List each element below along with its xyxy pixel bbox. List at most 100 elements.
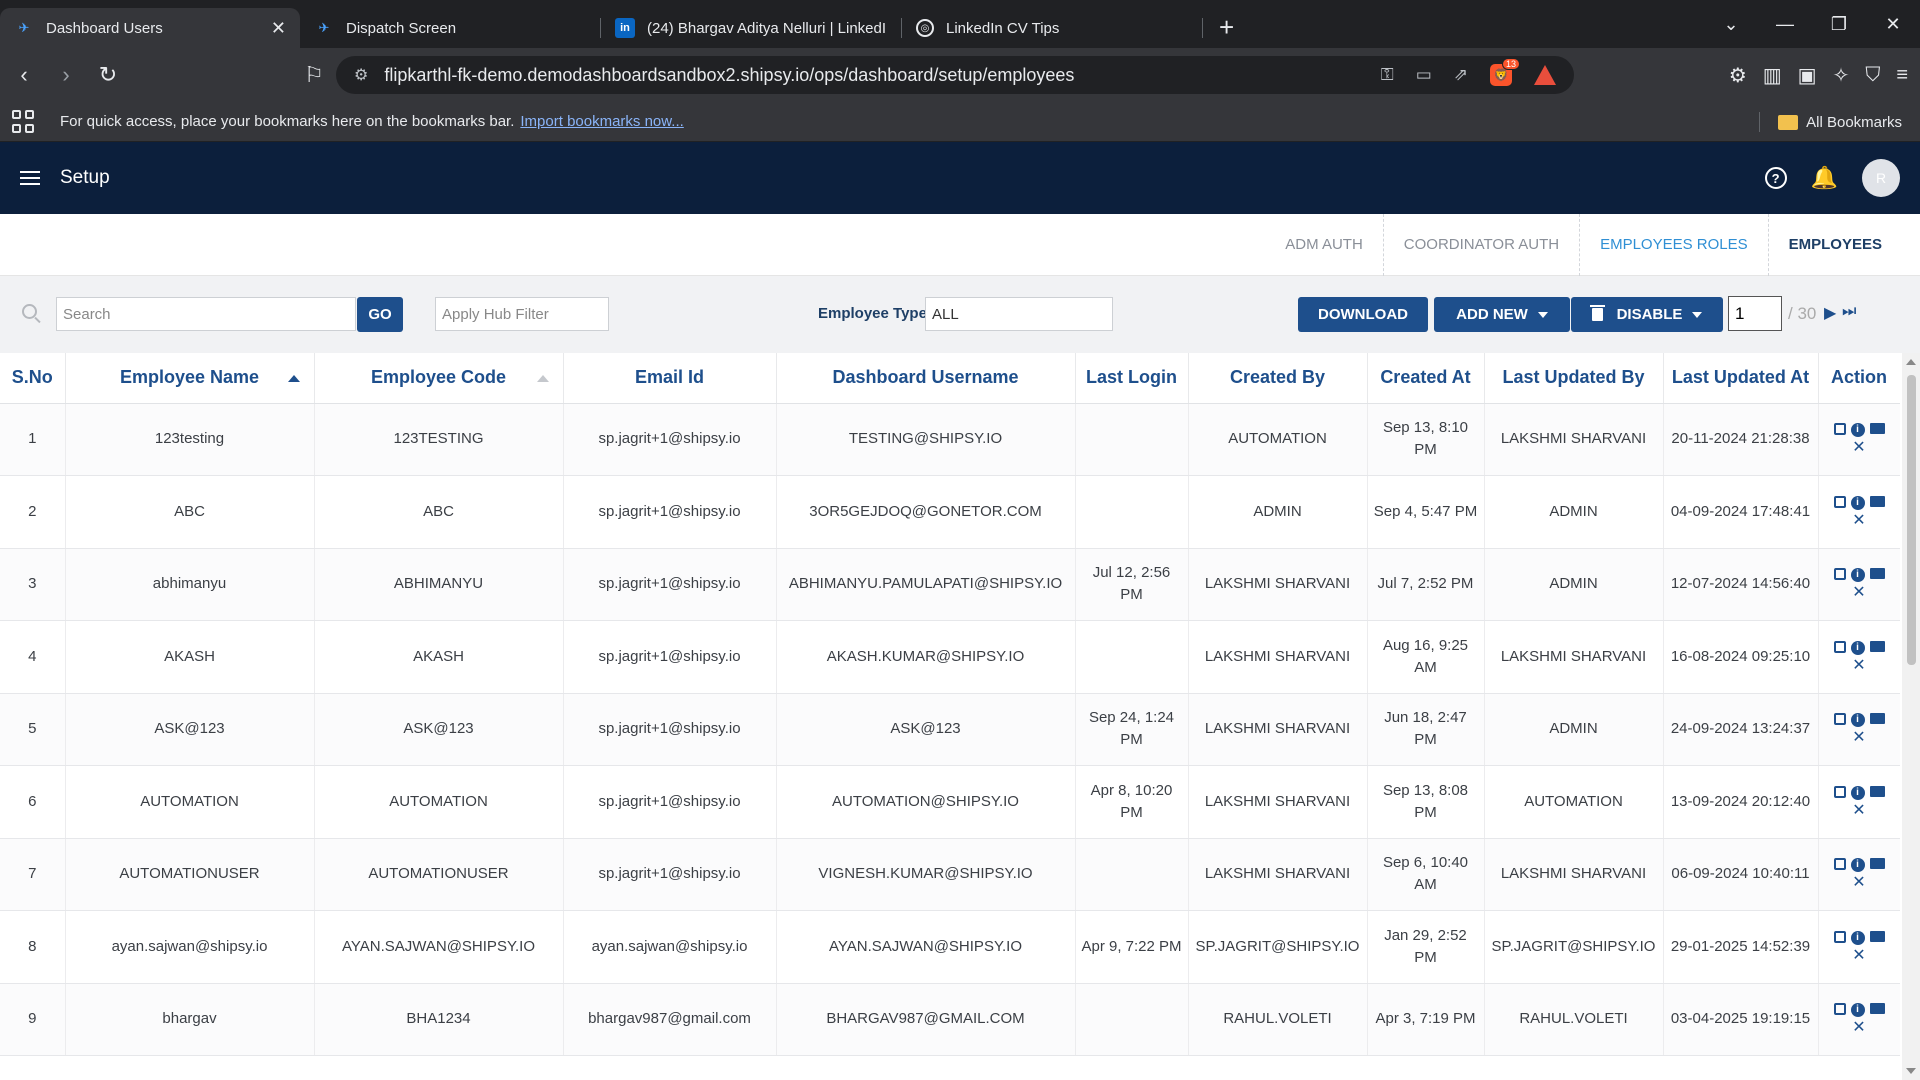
search-input[interactable] [56,297,356,331]
delete-icon[interactable]: ✕ [1852,657,1866,673]
tab-employees[interactable]: EMPLOYEES [1769,214,1902,276]
scroll-up-icon[interactable] [1906,359,1916,365]
mail-icon[interactable] [1869,640,1885,652]
all-bookmarks-button[interactable]: All Bookmarks [1778,102,1902,142]
browser-tab-linkedin[interactable]: in (24) Bhargav Aditya Nelluri | LinkedI… [601,8,901,48]
restore-icon[interactable]: ❐ [1812,14,1866,35]
extensions-icon[interactable]: ⚙ [1729,63,1747,88]
delete-icon[interactable]: ✕ [1852,875,1866,891]
back-icon[interactable]: ‹ [6,62,42,88]
info-icon[interactable]: i [1850,713,1865,728]
edit-icon[interactable] [1833,568,1846,581]
menu-icon[interactable]: ≡ [1896,64,1908,87]
scroll-down-icon[interactable] [1906,1068,1916,1074]
notification-bell-icon[interactable]: 🔔 [1811,165,1838,191]
row-actions: i ✕ [1823,568,1896,601]
mail-icon[interactable] [1869,930,1885,942]
mail-icon[interactable] [1869,568,1885,580]
info-icon[interactable]: i [1850,785,1865,800]
add-new-button[interactable]: ADD NEW [1434,297,1570,332]
next-page-icon[interactable]: ▶ [1824,303,1836,323]
site-info-icon[interactable]: ⚙ [354,65,368,85]
address-bar[interactable]: ⚙ flipkarthl-fk-demo.demodashboardsandbo… [336,56,1574,94]
mail-icon[interactable] [1869,495,1885,507]
password-key-icon[interactable]: ⚿ [1381,65,1394,85]
browser-tab-dashboard-users[interactable]: ✈ Dashboard Users ✕ [0,8,300,48]
edit-icon[interactable] [1833,423,1846,436]
column-header-employee-code[interactable]: Employee Code [314,353,564,404]
mail-icon[interactable] [1869,785,1885,797]
info-icon[interactable]: i [1850,858,1865,873]
delete-icon[interactable]: ✕ [1852,947,1866,963]
share-icon[interactable]: ⇗ [1454,65,1468,85]
delete-icon[interactable]: ✕ [1852,585,1866,601]
tab-employees-roles[interactable]: EMPLOYEES ROLES [1580,213,1769,276]
reload-icon[interactable]: ↻ [90,62,126,88]
disable-button[interactable]: DISABLE [1571,297,1723,332]
leo-ai-icon[interactable]: ✧ [1833,63,1850,88]
tab-adm-auth[interactable]: ADM AUTH [1265,213,1384,276]
delete-icon[interactable]: ✕ [1852,512,1866,528]
mail-icon[interactable] [1869,1003,1885,1015]
wallet-icon[interactable]: ▣ [1798,63,1817,88]
column-header-employee-name[interactable]: Employee Name [65,353,315,404]
bookmark-icon[interactable]: ⚐ [296,62,332,88]
cell-created-at: Sep 13, 8:10 PM [1367,403,1485,476]
edit-icon[interactable] [1833,858,1846,871]
download-label: DOWNLOAD [1318,306,1408,323]
info-icon[interactable]: i [1850,640,1865,655]
last-page-icon[interactable]: ⏭ [1842,303,1856,321]
delete-icon[interactable]: ✕ [1852,440,1866,456]
mail-icon[interactable] [1869,423,1885,435]
info-icon[interactable]: i [1850,495,1865,510]
edit-icon[interactable] [1833,713,1846,726]
info-icon[interactable]: i [1850,1003,1865,1018]
mail-icon[interactable] [1869,713,1885,725]
delete-icon[interactable]: ✕ [1852,802,1866,818]
browser-tab-linkedin-cv-tips[interactable]: ◎ LinkedIn CV Tips [902,8,1202,48]
cell-last-updated-by: SP.JAGRIT@SHIPSY.IO [1484,910,1664,984]
browser-tab-dispatch-screen[interactable]: ✈ Dispatch Screen [300,8,600,48]
help-icon[interactable]: ? [1764,167,1787,189]
employee-type-select[interactable] [925,297,1113,331]
minimize-icon[interactable]: — [1758,14,1812,35]
edit-icon[interactable] [1833,640,1846,653]
import-bookmarks-link[interactable]: Import bookmarks now... [520,113,683,130]
scrollbar-thumb[interactable] [1907,375,1916,665]
close-tab-icon[interactable]: ✕ [271,18,286,39]
sort-ascending-icon[interactable] [287,375,300,382]
delete-icon[interactable]: ✕ [1852,730,1866,746]
sidebar-icon[interactable]: ▥ [1763,63,1782,88]
row-actions-top: i [1833,1003,1885,1018]
close-window-icon[interactable]: ✕ [1866,14,1920,35]
brave-rewards-icon[interactable] [1534,65,1556,85]
vertical-scrollbar[interactable] [1902,353,1920,1080]
url-text[interactable]: flipkarthl-fk-demo.demodashboardsandbox2… [384,65,1074,86]
hamburger-menu-icon[interactable] [20,171,40,185]
forward-icon[interactable]: › [48,62,84,88]
mail-icon[interactable] [1869,858,1885,870]
sort-icon[interactable] [536,375,549,382]
delete-icon[interactable]: ✕ [1852,1020,1866,1036]
cast-icon[interactable]: ▭ [1416,65,1432,85]
tab-coordinator-auth[interactable]: COORDINATOR AUTH [1384,213,1581,276]
info-icon[interactable]: i [1850,930,1865,945]
cell-email-id: sp.jagrit+1@shipsy.io [563,403,777,476]
edit-icon[interactable] [1833,930,1846,943]
brave-shields-icon[interactable]: 🦁 13 [1490,58,1520,86]
hub-filter-input[interactable] [435,297,609,331]
edit-icon[interactable] [1833,785,1846,798]
new-tab-icon[interactable]: + [1219,12,1234,43]
go-button[interactable]: GO [357,297,403,332]
cell-dashboard-username: BHARGAV987@GMAIL.COM [776,983,1076,1056]
page-number-input[interactable] [1728,296,1782,331]
apps-grid-icon[interactable] [12,109,36,134]
info-icon[interactable]: i [1850,423,1865,438]
edit-icon[interactable] [1833,495,1846,508]
download-button[interactable]: DOWNLOAD [1298,297,1428,332]
edit-icon[interactable] [1833,1003,1846,1016]
vpn-icon[interactable]: ⛉ [1865,64,1880,87]
tab-search-icon[interactable]: ⌄ [1704,14,1758,35]
info-icon[interactable]: i [1850,568,1865,583]
avatar[interactable]: R [1862,159,1900,197]
